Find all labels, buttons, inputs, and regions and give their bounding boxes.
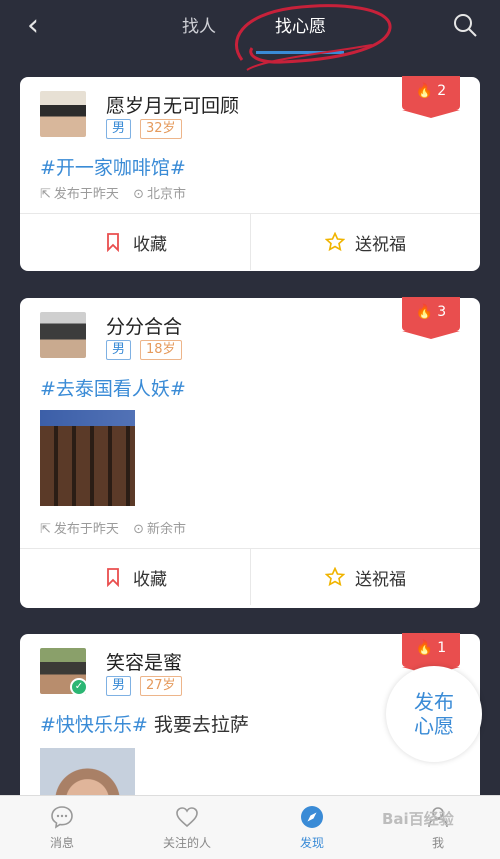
user-name[interactable]: 笑容是蜜 [106,648,182,675]
nav-me-label: 我 [431,836,444,850]
send-blessing-button[interactable]: 送祝福 [250,214,480,270]
top-bar: ‹ 找人 找心愿 [0,0,500,71]
hot-count-badge: 🔥 2 [402,76,460,118]
search-icon[interactable] [452,12,478,38]
age-badge: 27岁 [140,676,182,696]
nav-following[interactable]: 关注的人 [127,804,247,851]
hot-count: 1 [437,640,447,656]
chat-icon [51,806,73,829]
hot-count: 2 [437,83,447,99]
gender-badge: 男 [106,676,132,696]
post-time: 发布于昨天 [53,187,119,202]
wish-hashtag[interactable]: #快快乐乐# [40,714,148,736]
gender-badge: 男 [106,119,132,139]
post-meta: ⇱ 发布于昨天 ⊙ 新余市 [40,518,186,537]
flame-icon: 🔥 [415,304,434,320]
avatar[interactable] [40,312,86,358]
nav-following-label: 关注的人 [162,836,211,850]
collect-button[interactable]: 收藏 [20,549,250,605]
bless-label: 送祝福 [355,569,406,590]
active-tab-indicator [256,51,344,54]
hot-count-badge: 🔥 1 [402,633,460,675]
back-icon[interactable]: ‹ [18,10,48,42]
collect-label: 收藏 [133,234,167,255]
age-badge: 32岁 [140,119,182,139]
bless-label: 送祝福 [355,234,406,255]
tab-find-people[interactable]: 找人 [182,12,216,37]
post-location: 北京市 [146,187,186,202]
post-time: 发布于昨天 [53,522,119,537]
bookmark-icon [107,233,119,252]
share-out-icon: ⇱ [40,522,51,537]
wish-description: 我要去拉萨 [153,714,249,736]
compass-icon [301,806,323,828]
verified-icon: ✓ [70,678,88,696]
post-meta: ⇱ 发布于昨天 ⊙ 北京市 [40,183,186,202]
publish-label-line1: 发布 [414,690,454,714]
wish-topic[interactable]: #去泰国看人妖# [40,374,186,401]
hot-count: 3 [437,304,447,320]
wish-card[interactable]: 愿岁月无可回顾 男 32岁 🔥 2 #开一家咖啡馆# ⇱ 发布于昨天 ⊙ 北京市 收藏… [20,76,480,271]
tab-find-wish[interactable]: 找心愿 [275,12,326,37]
publish-wish-button[interactable]: 发布 心愿 [386,666,482,762]
collect-button[interactable]: 收藏 [20,214,250,270]
star-icon [325,232,345,252]
collect-label: 收藏 [133,569,167,590]
share-out-icon: ⇱ [40,187,51,202]
nav-messages[interactable]: 消息 [2,804,122,851]
wish-topic[interactable]: #开一家咖啡馆# [40,153,186,180]
bookmark-icon [107,568,119,587]
post-photo[interactable] [40,410,135,506]
user-name[interactable]: 愿岁月无可回顾 [106,91,239,118]
hot-count-badge: 🔥 3 [402,297,460,339]
gender-badge: 男 [106,340,132,360]
nav-discover[interactable]: 发现 [252,804,372,851]
wish-topic[interactable]: #快快乐乐# 我要去拉萨 [40,710,249,737]
wish-hashtag[interactable]: #开一家咖啡馆# [40,157,186,179]
flame-icon: 🔥 [415,640,434,656]
wish-hashtag[interactable]: #去泰国看人妖# [40,378,186,400]
watermark: Bai百经验 [382,810,454,828]
heart-icon [176,807,198,828]
star-icon [325,567,345,587]
wish-card[interactable]: 分分合合 男 18岁 🔥 3 #去泰国看人妖# ⇱ 发布于昨天 ⊙ 新余市 收藏 送祝… [20,297,480,608]
publish-label-line2: 心愿 [414,714,454,738]
flame-icon: 🔥 [415,83,434,99]
nav-discover-label: 发现 [299,836,324,850]
location-icon: ⊙ [133,522,144,537]
post-location: 新余市 [146,522,186,537]
location-icon: ⊙ [133,187,144,202]
nav-messages-label: 消息 [49,836,74,850]
avatar[interactable] [40,91,86,137]
user-name[interactable]: 分分合合 [106,312,182,339]
age-badge: 18岁 [140,340,182,360]
send-blessing-button[interactable]: 送祝福 [250,549,480,605]
